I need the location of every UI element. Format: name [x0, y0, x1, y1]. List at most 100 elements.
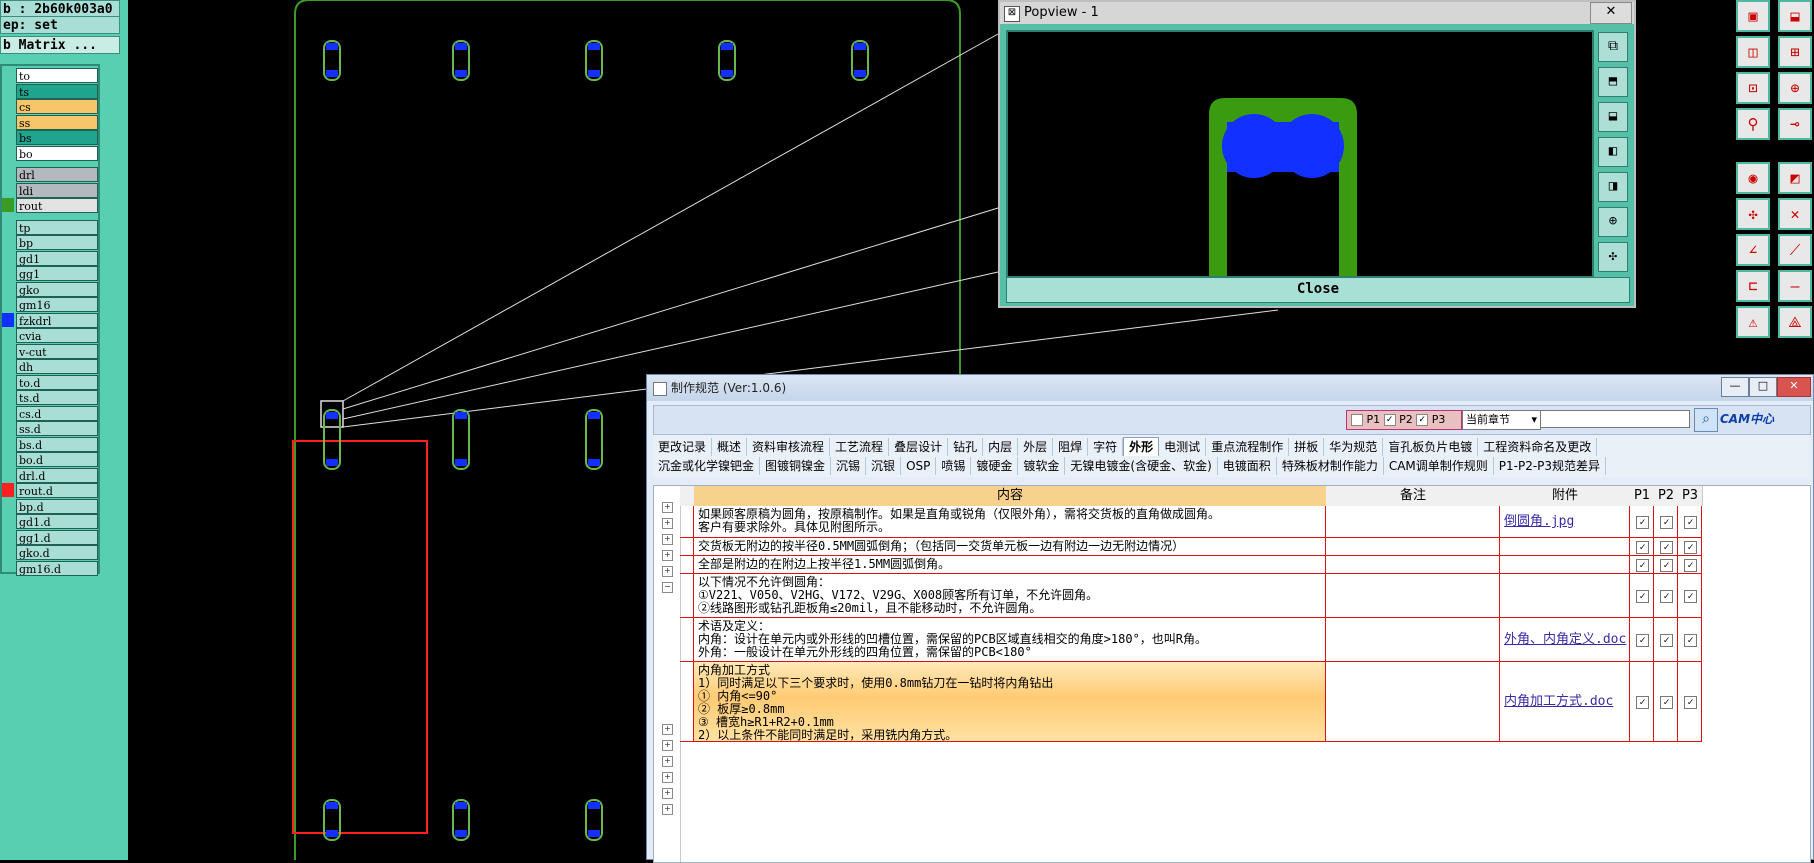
tab-9[interactable]: 字符 — [1088, 438, 1124, 456]
layer-bs-d[interactable]: bs.d — [16, 436, 98, 452]
tab-7[interactable]: 外层 — [1018, 438, 1054, 456]
content-cell[interactable]: 以下情况不允许倒圆角： ①V221、V050、V2HG、V172、V29G、X0… — [694, 574, 1326, 618]
tab-15[interactable]: 盲孔板负片电镀 — [1383, 438, 1479, 456]
toolbar-tool-icon[interactable]: ⊸ — [1778, 108, 1812, 140]
matrix-button[interactable]: b Matrix ... — [0, 36, 120, 54]
layer-cvia[interactable]: cvia — [16, 328, 98, 343]
search-input[interactable] — [1540, 410, 1690, 428]
p2-checkbox[interactable]: ✓ — [1660, 634, 1673, 647]
p1-column-header[interactable]: P1 — [1630, 486, 1655, 506]
popview-tool-icon[interactable]: ◧ — [1598, 137, 1628, 167]
layer-gd1-d[interactable]: gd1.d — [16, 514, 98, 529]
layer-gm16[interactable]: gm16 — [16, 297, 98, 312]
layer-gg1[interactable]: gg1 — [16, 266, 98, 281]
p2-checkbox[interactable]: ✓ — [1660, 559, 1673, 572]
expand-icon[interactable]: + — [662, 566, 673, 577]
p3-checkbox[interactable]: ✓ — [1684, 516, 1697, 529]
layer-v-cut[interactable]: v-cut — [16, 343, 98, 359]
layer-ss[interactable]: ss — [16, 114, 98, 130]
tab-3[interactable]: 工艺流程 — [830, 438, 890, 456]
layer-gg1-d[interactable]: gg1.d — [16, 529, 98, 545]
p2-filter-checkbox[interactable]: ✓ — [1383, 414, 1396, 426]
tab-4[interactable]: 叠层设计 — [889, 438, 949, 456]
tab-13[interactable]: 拼板 — [1289, 438, 1325, 456]
p1-checkbox[interactable]: ✓ — [1636, 559, 1649, 572]
toolbar-tool-icon[interactable]: ✕ — [1778, 198, 1812, 230]
tab-0[interactable]: 更改记录 — [653, 438, 713, 456]
attachment-link[interactable]: 内角加工方式.doc — [1504, 695, 1613, 708]
expand-icon[interactable]: + — [662, 534, 673, 545]
content-column-header[interactable]: 内容 — [694, 486, 1327, 506]
p2-column-header[interactable]: P2 — [1654, 486, 1679, 506]
layer-to[interactable]: to — [16, 68, 98, 83]
tab-row2-3[interactable]: 沉银 — [866, 457, 902, 475]
attachment-link[interactable]: 倒圆角.jpg — [1504, 515, 1574, 528]
layer-to-d[interactable]: to.d — [16, 374, 98, 390]
tab-1[interactable]: 概述 — [712, 438, 748, 456]
tab-row2-5[interactable]: 喷锡 — [936, 457, 972, 475]
layer-color-swatch[interactable] — [2, 483, 14, 497]
tab-row2-2[interactable]: 沉锡 — [831, 457, 867, 475]
maximize-button[interactable]: □ — [1749, 377, 1777, 397]
p3-checkbox[interactable]: ✓ — [1684, 634, 1697, 647]
layer-drl-d[interactable]: drl.d — [16, 467, 98, 483]
tab-row2-11[interactable]: CAM调单制作规则 — [1384, 457, 1494, 475]
p3-checkbox[interactable]: ✓ — [1684, 590, 1697, 603]
toolbar-tool-icon[interactable]: ⚠ — [1736, 306, 1770, 338]
popview-tool-icon[interactable]: ⊕ — [1598, 207, 1628, 237]
p3-checkbox[interactable]: ✓ — [1684, 559, 1697, 572]
close-button[interactable]: ✕ — [1777, 377, 1811, 397]
toolbar-tool-icon[interactable]: ⬓ — [1778, 0, 1812, 32]
popview-tool-icon[interactable]: ◨ — [1598, 172, 1628, 202]
tab-row2-4[interactable]: OSP — [901, 457, 937, 475]
expand-icon[interactable]: + — [662, 788, 673, 799]
layer-bo[interactable]: bo — [16, 145, 98, 161]
p3-column-header[interactable]: P3 — [1678, 486, 1703, 506]
layer-color-swatch[interactable] — [2, 198, 14, 212]
tab-2[interactable]: 资料审核流程 — [747, 438, 831, 456]
p2-checkbox[interactable]: ✓ — [1660, 541, 1673, 554]
popview-tool-icon[interactable]: ⬓ — [1598, 102, 1628, 132]
layer-drl[interactable]: drl — [16, 167, 98, 182]
popview-close-button[interactable]: Close — [1006, 277, 1630, 303]
content-cell[interactable]: 如果顾客原稿为圆角，按原稿制作。如果是直角或锐角（仅限外角），需将交货板的直角做… — [694, 506, 1326, 538]
layer-rout-d[interactable]: rout.d — [16, 483, 98, 498]
toolbar-tool-icon[interactable]: ⊏ — [1736, 270, 1770, 302]
popview-titlebar[interactable]: ⊠ Popview - 1 ✕ — [1000, 2, 1634, 24]
p3-checkbox[interactable]: ✓ — [1684, 696, 1697, 709]
toolbar-tool-icon[interactable]: ⊡ — [1736, 72, 1770, 104]
collapse-icon[interactable]: − — [662, 582, 673, 593]
tab-16[interactable]: 工程资料命名及更改 — [1478, 438, 1598, 456]
content-cell[interactable]: 全部是附边的在附边上按半径1.5MM圆弧倒角。 — [694, 556, 1326, 574]
toolbar-tool-icon[interactable]: ◫ — [1736, 36, 1770, 68]
p1-checkbox[interactable]: ✓ — [1636, 696, 1649, 709]
p2-checkbox[interactable]: ✓ — [1660, 696, 1673, 709]
tab-row2-12[interactable]: P1-P2-P3规范差异 — [1494, 457, 1607, 475]
p2-checkbox[interactable]: ✓ — [1660, 516, 1673, 529]
popview-close-x-button[interactable]: ✕ — [1590, 2, 1632, 24]
layer-color-swatch[interactable] — [2, 312, 14, 327]
layer-dh[interactable]: dh — [16, 359, 98, 374]
layer-rout[interactable]: rout — [16, 198, 98, 213]
toolbar-tool-icon[interactable]: ⚲ — [1736, 108, 1770, 140]
layer-fzkdrl[interactable]: fzkdrl — [16, 312, 98, 328]
tab-row2-7[interactable]: 镀软金 — [1018, 457, 1066, 475]
toolbar-tool-icon[interactable]: ◉ — [1736, 162, 1770, 194]
layer-bs[interactable]: bs — [16, 130, 98, 145]
expand-icon[interactable]: + — [662, 502, 673, 513]
tab-14[interactable]: 华为规范 — [1324, 438, 1384, 456]
layer-gko-d[interactable]: gko.d — [16, 545, 98, 560]
layer-gm16-d[interactable]: gm16.d — [16, 560, 98, 576]
popview-tool-icon[interactable]: ⬒ — [1598, 67, 1628, 97]
popview-zoom-view[interactable] — [1006, 30, 1594, 278]
content-cell[interactable]: 内角加工方式 1）同时满足以下三个要求时，使用0.8mm钻刀在一钻时将内角钻出 … — [694, 662, 1326, 742]
search-icon[interactable]: ⌕ — [1694, 408, 1718, 432]
tab-row2-8[interactable]: 无镍电镀金(含硬金、软金) — [1065, 457, 1218, 475]
p2-checkbox[interactable]: ✓ — [1660, 590, 1673, 603]
expand-icon[interactable]: + — [662, 724, 673, 735]
attachment-column-header[interactable]: 附件 — [1500, 486, 1631, 506]
toolbar-tool-icon[interactable]: ▣ — [1736, 0, 1770, 32]
layer-gd1[interactable]: gd1 — [16, 250, 98, 266]
minimize-button[interactable]: — — [1721, 377, 1749, 397]
layer-bp-d[interactable]: bp.d — [16, 498, 98, 514]
